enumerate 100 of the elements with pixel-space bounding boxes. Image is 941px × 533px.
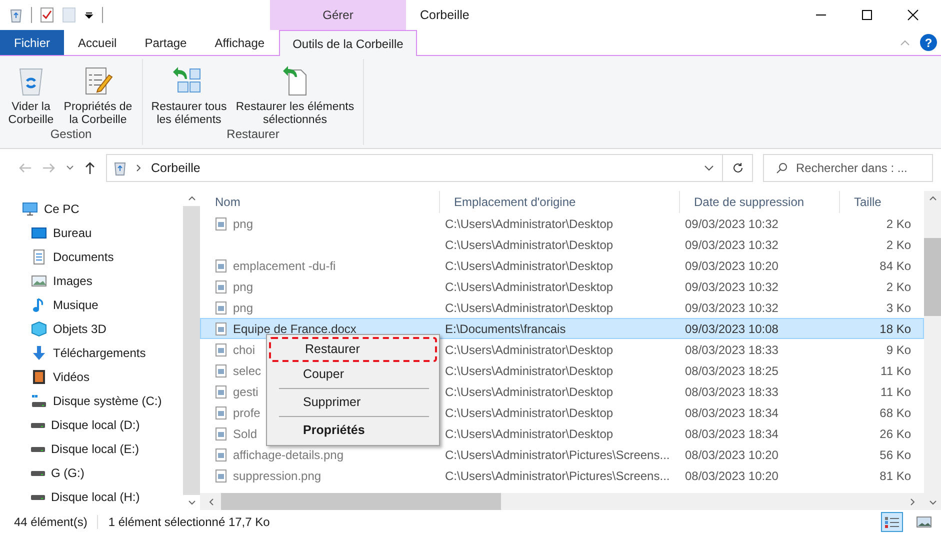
ribbon-button[interactable]: Vider la Corbeille [4, 65, 58, 127]
sidebar-item[interactable]: Disque système (C:) [22, 389, 183, 413]
sidebar-item[interactable]: Téléchargements [22, 341, 183, 365]
up-arrow-icon[interactable] [84, 161, 96, 175]
table-cell-text: 09/03/2023 10:32 [684, 238, 780, 252]
table-cell-text: 08/03/2023 18:25 [684, 364, 780, 378]
maximize-icon[interactable] [861, 9, 873, 21]
details-view-button[interactable] [881, 512, 903, 532]
file-icon [215, 258, 227, 272]
horizontal-scrollbar[interactable] [200, 493, 924, 510]
system-drive-icon [31, 394, 47, 408]
file-name[interactable]: png [233, 300, 254, 314]
recycle-bin-icon[interactable] [9, 7, 23, 23]
file-icon [215, 280, 227, 294]
chevron-down-icon[interactable] [66, 165, 74, 171]
chevron-right-icon[interactable] [910, 498, 915, 506]
close-icon[interactable] [907, 9, 919, 21]
file-name[interactable]: png [233, 280, 254, 294]
scrollbar-thumb[interactable] [924, 238, 941, 316]
down-arrow-icon [31, 345, 47, 361]
recycle-bin-icon [113, 160, 127, 176]
sidebar-item[interactable]: Objets 3D [22, 317, 183, 341]
sidebar-item[interactable]: G (G:) [22, 461, 183, 485]
scrollbar-thumb[interactable] [221, 493, 501, 510]
ribbon-button[interactable]: Restaurer tous les éléments [147, 65, 231, 127]
table-cell-text: 09/03/2023 10:20 [684, 258, 780, 272]
sidebar-item[interactable]: Bureau [22, 221, 183, 245]
ribbon-tab[interactable]: Partage [130, 30, 201, 55]
chevron-down-icon[interactable] [188, 500, 196, 505]
checklist-icon[interactable] [40, 7, 54, 23]
menu-item[interactable]: Couper [269, 362, 437, 387]
column-header[interactable]: Emplacement d'origine [440, 191, 680, 213]
sidebar-item[interactable]: Documents [22, 245, 183, 269]
file-name[interactable]: affichage-details.png [233, 448, 344, 462]
table-cell-text: 2 Ko [885, 238, 912, 252]
table-cell-text: 08/03/2023 18:34 [684, 406, 780, 420]
scrollbar[interactable] [924, 191, 941, 510]
ribbon-tab[interactable]: Outils de la Corbeille [278, 30, 418, 56]
table-cell-text: 09/03/2023 10:32 [684, 216, 780, 230]
file-icon [215, 364, 227, 378]
file-icon [215, 384, 227, 398]
landscape-image-icon [31, 274, 47, 288]
table-cell-text: 09/03/2023 10:08 [684, 322, 780, 336]
table-cell-text: C:\Users\Administrator\Desktop [444, 258, 614, 272]
table-cell-text: 81 Ko [878, 468, 912, 482]
drive-icon [31, 446, 45, 452]
ribbon-button[interactable]: Restaurer les éléments sélectionnés [231, 65, 359, 127]
help-button[interactable]: ? [920, 34, 937, 51]
column-header[interactable]: Nom [200, 191, 440, 213]
sidebar-item[interactable]: Images [22, 269, 183, 293]
ribbon-tab[interactable]: Accueil [64, 30, 131, 55]
menu-item[interactable]: Restaurer [269, 337, 437, 362]
search-icon[interactable] [776, 162, 788, 174]
menu-item[interactable]: Propriétés [269, 418, 437, 443]
table-cell-text: C:\Users\Administrator\Desktop [444, 406, 614, 420]
sidebar-item[interactable]: Musique [22, 293, 183, 317]
table-cell-text: 68 Ko [878, 406, 912, 420]
table-cell-text: 56 Ko [878, 448, 912, 462]
ribbon-tab[interactable]: Fichier [0, 30, 64, 55]
ribbon-button[interactable]: Propriétés de la Corbeille [58, 65, 138, 127]
file-icon [215, 322, 227, 336]
sidebar-item[interactable]: Disque local (E:) [22, 437, 183, 461]
chevron-right-icon [136, 164, 142, 172]
table-cell-text: 26 Ko [878, 426, 912, 440]
sidebar-item[interactable]: Disque local (D:) [22, 413, 183, 437]
file-name[interactable]: Sold [233, 426, 258, 440]
table-cell-text: E:\Documents\francais [444, 322, 567, 336]
table-cell-text: 2 Ko [885, 280, 912, 294]
drive-icon [31, 422, 45, 428]
file-name[interactable]: suppression.png [233, 468, 322, 482]
table-cell-text: 08/03/2023 18:34 [684, 426, 780, 440]
column-header[interactable]: Date de suppression [680, 191, 840, 213]
file-name[interactable]: choi [233, 342, 256, 356]
cube-icon [31, 321, 47, 337]
chevron-up-icon[interactable] [188, 196, 196, 201]
table-cell-text: 18 Ko [878, 322, 912, 336]
sidebar-item[interactable]: Disque local (H:) [22, 485, 183, 509]
sidebar-item[interactable]: Ce PC [22, 197, 183, 221]
file-name[interactable]: profe [233, 406, 260, 420]
chevron-up-icon[interactable] [928, 196, 936, 201]
search-field[interactable]: Rechercher dans : ... [794, 160, 918, 176]
column-header[interactable]: Taille [840, 191, 920, 213]
chevron-down-icon[interactable] [928, 500, 936, 505]
refresh-button[interactable] [723, 154, 753, 182]
table-cell-text: 9 Ko [885, 342, 912, 356]
table-cell-text: 11 Ko [880, 384, 912, 398]
file-name[interactable]: emplacement -du-fi [233, 258, 336, 272]
dropdown-icon[interactable] [84, 10, 94, 20]
address-bar[interactable]: Corbeille [106, 154, 723, 182]
file-name[interactable]: selec [233, 364, 262, 378]
item-count: 44 élément(s) [14, 514, 88, 528]
menu-item[interactable]: Supprimer [269, 390, 437, 415]
ribbon-tab[interactable]: Affichage [200, 30, 279, 55]
file-name[interactable]: gesti [233, 384, 258, 398]
file-name[interactable]: png [233, 216, 254, 230]
context-tab-label: Gérer [322, 8, 354, 22]
chevron-left-icon[interactable] [209, 498, 214, 506]
search-box[interactable]: Rechercher dans : ... [763, 154, 933, 182]
sidebar-item[interactable]: Vidéos [22, 365, 183, 389]
file-name[interactable]: Equipe de France.docx [233, 322, 356, 336]
